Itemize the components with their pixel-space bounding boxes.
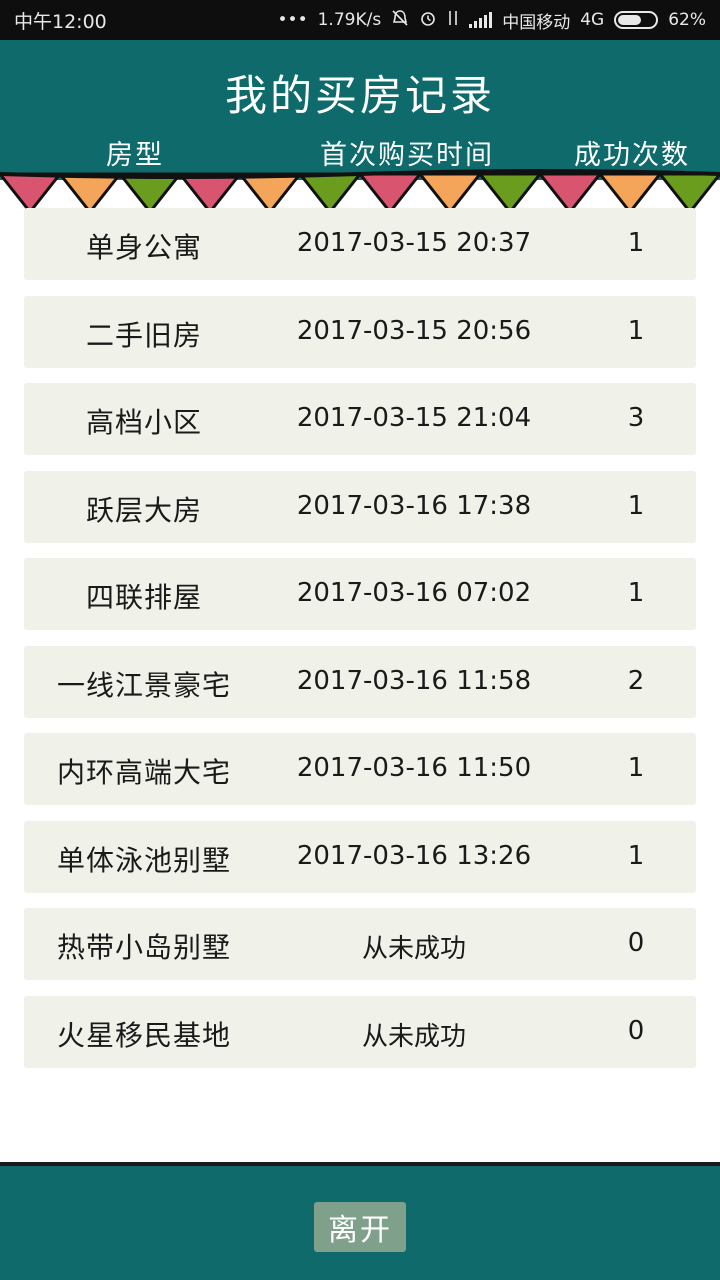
table-row: 单体泳池别墅 2017-03-16 13:26 1 bbox=[24, 820, 696, 893]
battery-icon bbox=[614, 11, 659, 29]
page-title: 我的买房记录 bbox=[224, 71, 495, 120]
carrier-name: 中国移动 bbox=[502, 12, 571, 33]
row-house-type: 热带小岛别墅 bbox=[56, 931, 231, 964]
mute-icon bbox=[391, 9, 409, 32]
bunting-flag bbox=[298, 172, 362, 214]
bunting-flag bbox=[238, 172, 302, 214]
row-success-count: 1 bbox=[627, 578, 645, 608]
status-indicators: ••• 1.79K/s 中国移动 4G 62% bbox=[278, 8, 706, 33]
footer: 离开 bbox=[0, 1166, 720, 1280]
bunting-flag bbox=[658, 172, 720, 214]
table-row: 二手旧房 2017-03-15 20:56 1 bbox=[24, 295, 696, 368]
more-dots-icon: ••• bbox=[277, 10, 308, 30]
bunting-flag bbox=[418, 172, 482, 214]
header: 我的买房记录 房型 首次购买时间 成功次数 bbox=[0, 40, 720, 180]
data-arrows-icon bbox=[447, 9, 459, 32]
row-house-type: 单体泳池别墅 bbox=[56, 843, 231, 877]
row-house-type: 二手旧房 bbox=[85, 318, 202, 352]
bunting-flag bbox=[118, 172, 182, 214]
status-bar: 中午12:00 ••• 1.79K/s 中国移动 4G 62% bbox=[0, 0, 720, 40]
table-row: 高档小区 2017-03-15 21:04 3 bbox=[24, 383, 696, 455]
row-first-purchase-time: 2017-03-16 17:38 bbox=[296, 490, 532, 521]
row-first-purchase-time: 2017-03-16 07:02 bbox=[296, 578, 532, 608]
row-success-count: 1 bbox=[627, 315, 645, 346]
leave-button[interactable]: 离开 bbox=[314, 1202, 406, 1252]
row-first-purchase-time: 2017-03-15 21:04 bbox=[296, 403, 532, 433]
row-success-count: 2 bbox=[627, 665, 645, 696]
network-type: 4G bbox=[580, 10, 605, 30]
status-time: 中午12:00 bbox=[14, 10, 107, 33]
bunting-flag bbox=[178, 172, 242, 214]
row-first-purchase-time: 2017-03-15 20:37 bbox=[296, 228, 532, 258]
bunting-flag bbox=[0, 172, 62, 214]
table-row: 一线江景豪宅 2017-03-16 11:58 2 bbox=[24, 645, 696, 718]
column-header-time: 首次购买时间 bbox=[320, 140, 494, 171]
row-house-type: 四联排屋 bbox=[85, 581, 202, 614]
table-row: 四联排屋 2017-03-16 07:02 1 bbox=[24, 558, 696, 630]
table-row: 热带小岛别墅 从未成功 0 bbox=[24, 908, 696, 980]
row-house-type: 高档小区 bbox=[85, 406, 202, 439]
table-row: 火星移民基地 从未成功 0 bbox=[24, 995, 696, 1068]
bunting-flag bbox=[58, 172, 122, 214]
row-success-count: 1 bbox=[627, 753, 645, 783]
row-house-type: 单身公寓 bbox=[85, 231, 202, 264]
row-first-purchase-time: 2017-03-16 11:58 bbox=[296, 665, 532, 696]
bunting-flag bbox=[598, 172, 662, 214]
row-success-count: 1 bbox=[627, 490, 645, 521]
alarm-icon bbox=[419, 9, 437, 32]
row-first-purchase-time: 2017-03-15 20:56 bbox=[296, 315, 532, 346]
row-house-type: 一线江景豪宅 bbox=[56, 668, 231, 702]
row-success-count: 0 bbox=[627, 1015, 645, 1046]
table-row: 内环高端大宅 2017-03-16 11:50 1 bbox=[24, 733, 696, 805]
row-success-count: 0 bbox=[627, 928, 645, 958]
row-first-purchase-time: 2017-03-16 11:50 bbox=[296, 753, 532, 783]
row-success-count: 3 bbox=[627, 403, 645, 433]
row-success-count: 1 bbox=[627, 228, 645, 258]
column-header-type: 房型 bbox=[106, 140, 164, 171]
row-house-type: 内环高端大宅 bbox=[56, 756, 231, 789]
battery-percent: 62% bbox=[668, 10, 706, 30]
table-row: 跃层大房 2017-03-16 17:38 1 bbox=[24, 470, 696, 543]
row-first-purchase-time: 2017-03-16 13:26 bbox=[296, 840, 532, 871]
signal-icon bbox=[469, 12, 493, 28]
row-success-count: 1 bbox=[627, 840, 645, 871]
column-header-count: 成功次数 bbox=[574, 140, 690, 171]
row-first-purchase-time: 从未成功 bbox=[361, 1021, 466, 1052]
table-row: 单身公寓 2017-03-15 20:37 1 bbox=[24, 208, 696, 280]
bunting-flag bbox=[478, 172, 542, 214]
row-house-type: 跃层大房 bbox=[85, 493, 202, 527]
bunting-flag bbox=[538, 172, 602, 214]
bunting-flag bbox=[358, 172, 422, 214]
network-speed: 1.79K/s bbox=[317, 10, 382, 30]
row-house-type: 火星移民基地 bbox=[56, 1018, 231, 1052]
row-first-purchase-time: 从未成功 bbox=[361, 934, 466, 964]
